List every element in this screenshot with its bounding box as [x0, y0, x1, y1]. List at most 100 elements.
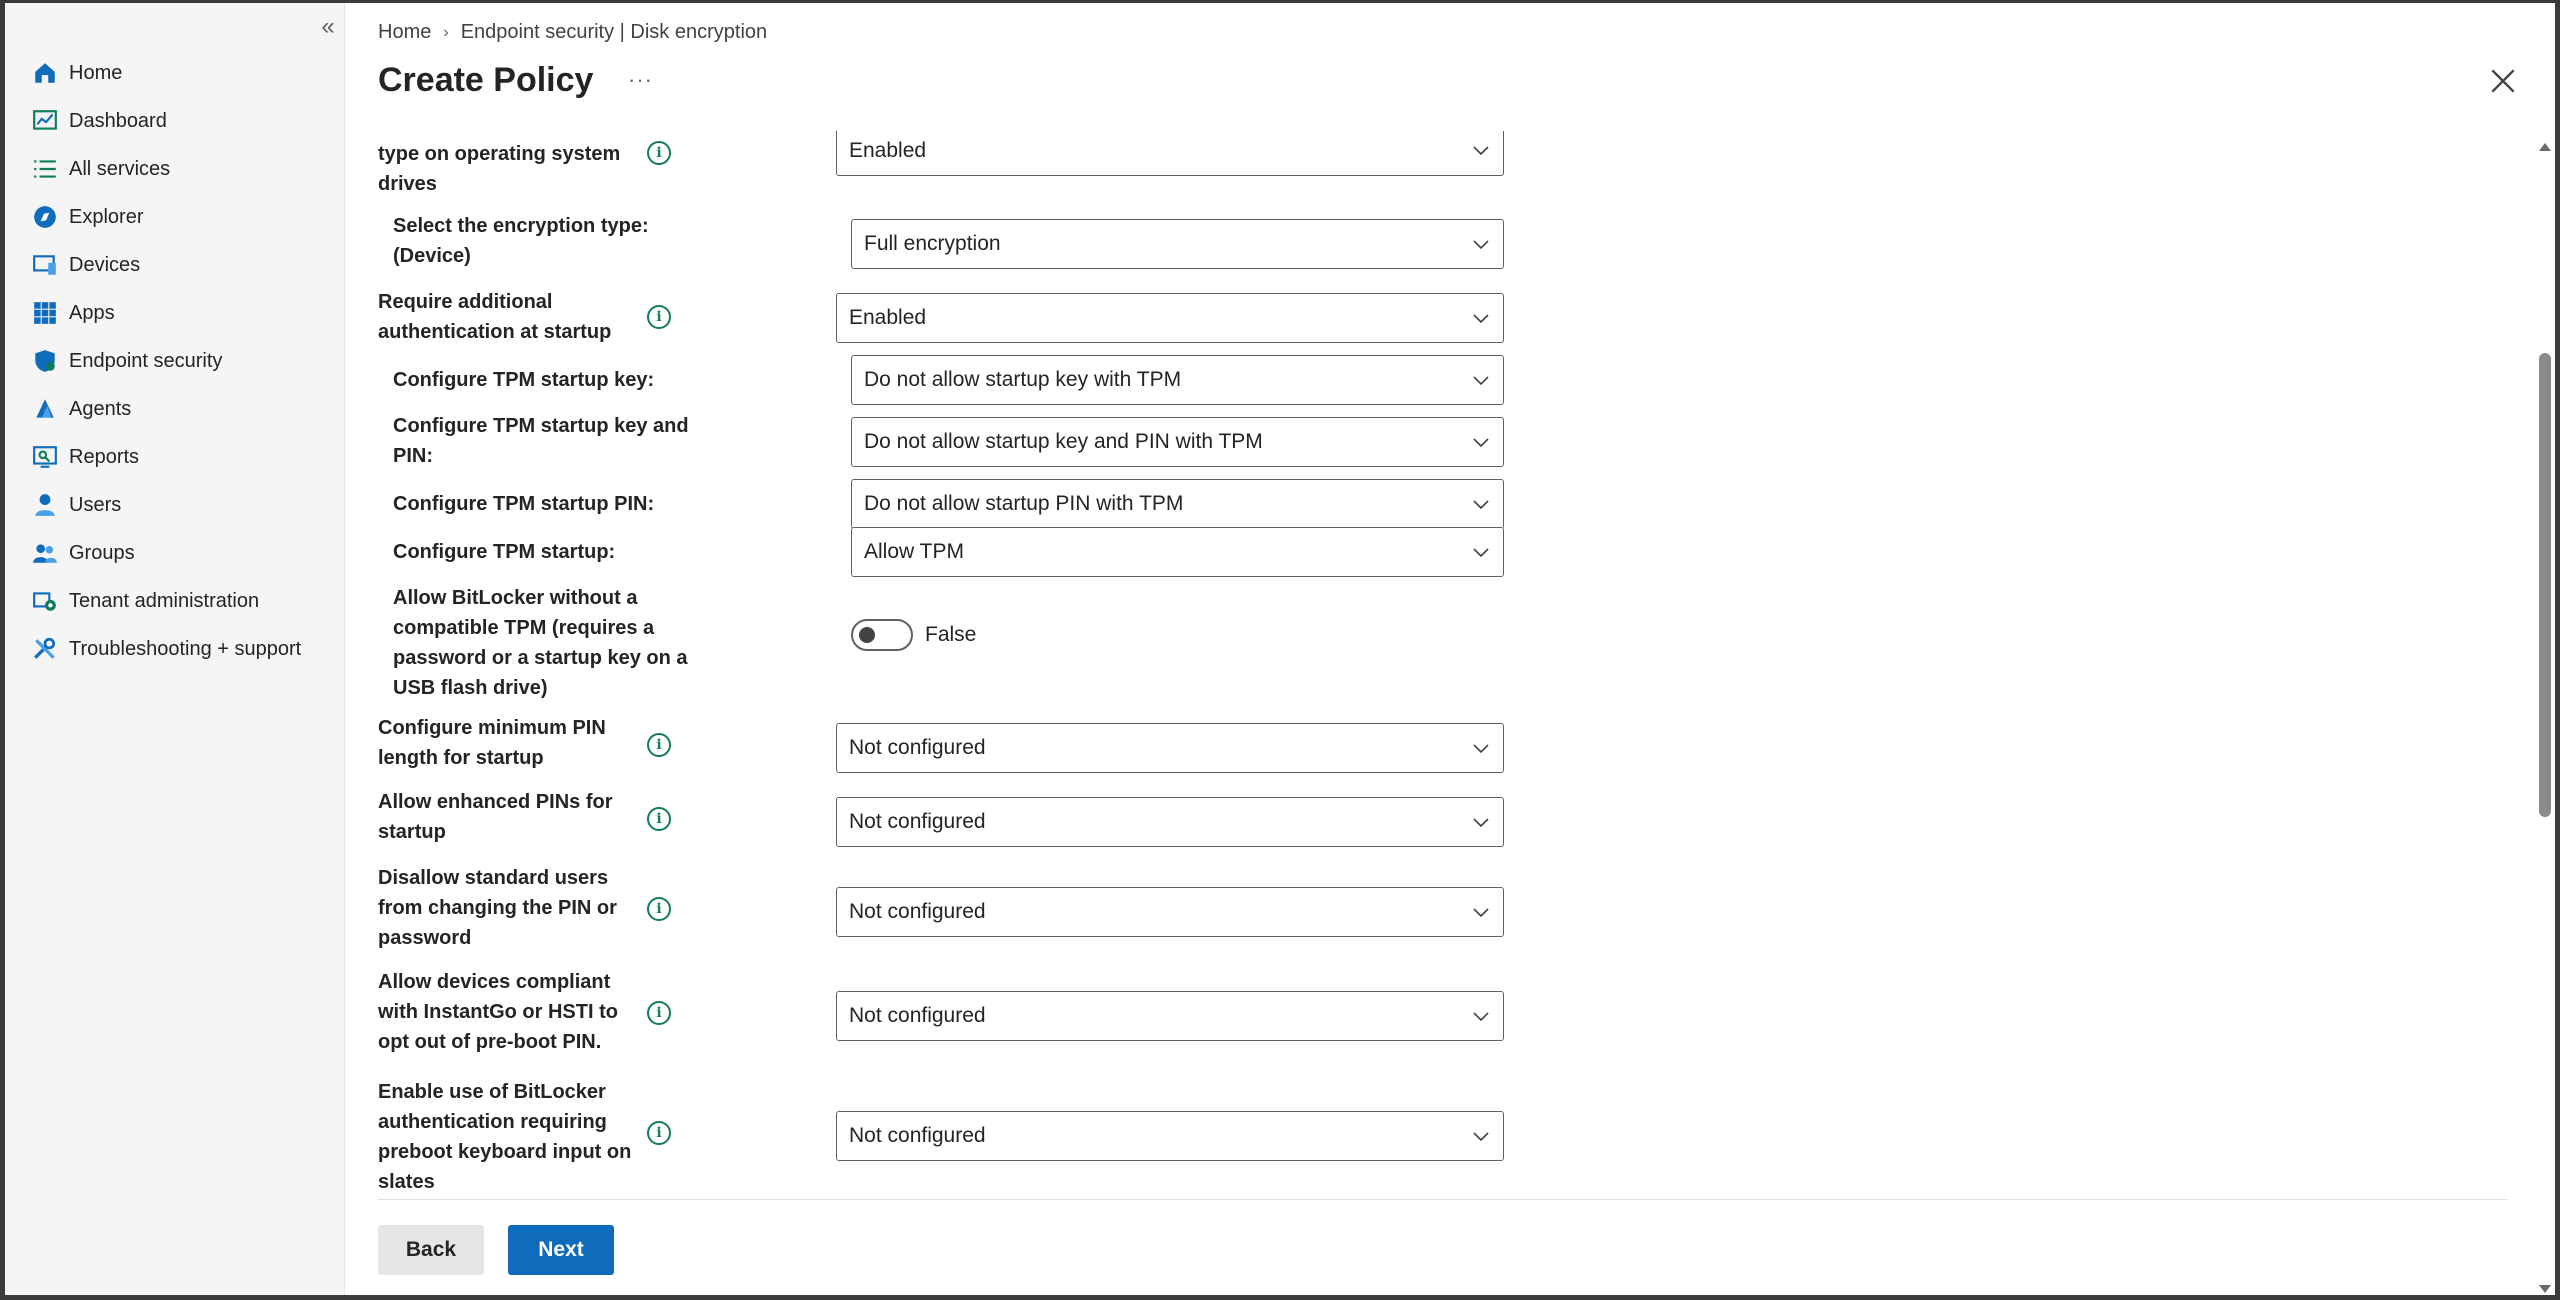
- setting-dropdown[interactable]: Do not allow startup PIN with TPM: [851, 479, 1504, 529]
- sidebar-item-label: Groups: [69, 541, 135, 564]
- info-icon[interactable]: i: [647, 305, 671, 329]
- bitlocker-without-tpm-toggle[interactable]: [851, 619, 913, 651]
- setting-dropdown[interactable]: Allow TPM: [851, 527, 1504, 577]
- footer-divider: [378, 1199, 2507, 1200]
- sidebar-item-groups[interactable]: Groups: [5, 529, 345, 577]
- setting-label: Require additional authentication at sta…: [378, 291, 612, 343]
- sidebar-item-label: Devices: [69, 253, 141, 276]
- setting-dropdown[interactable]: Do not allow startup key and PIN with TP…: [851, 417, 1504, 467]
- sidebar-item-explorer[interactable]: Explorer: [5, 193, 345, 241]
- dropdown-value: Not configured: [849, 810, 986, 833]
- devices-icon: [31, 251, 59, 279]
- sidebar-item-label: Apps: [69, 301, 115, 324]
- dropdown-value: Not configured: [849, 736, 986, 759]
- tenant-icon: [31, 587, 59, 615]
- setting-dropdown[interactable]: Do not allow startup key with TPM: [851, 355, 1504, 405]
- dropdown-value: Not configured: [849, 900, 986, 923]
- close-icon[interactable]: [2487, 65, 2519, 97]
- info-icon[interactable]: i: [647, 1121, 671, 1145]
- more-options-icon[interactable]: ···: [628, 67, 653, 93]
- settings-form: type on operating system drives i Enable…: [346, 131, 2531, 1195]
- sidebar-item-label: Explorer: [69, 205, 144, 228]
- next-button[interactable]: Next: [508, 1225, 614, 1275]
- sidebar-item-apps[interactable]: Apps: [5, 289, 345, 337]
- setting-dropdown[interactable]: Full encryption: [851, 219, 1504, 269]
- sidebar-item-label: Users: [69, 493, 122, 516]
- setting-label: Enable use of BitLocker authentication r…: [378, 1081, 632, 1193]
- sidebar-item-troubleshooting[interactable]: Troubleshooting + support: [5, 625, 345, 673]
- setting-label: Allow BitLocker without a compatible TPM…: [393, 587, 688, 699]
- wrench-icon: [31, 635, 59, 663]
- sidebar-nav: Home Dashboard All services Explorer Dev…: [5, 49, 345, 673]
- setting-label: Allow devices compliant with InstantGo o…: [378, 971, 618, 1053]
- info-icon[interactable]: i: [647, 1001, 671, 1025]
- dashboard-icon: [31, 107, 59, 135]
- dropdown-value: Do not allow startup PIN with TPM: [864, 492, 1184, 515]
- setting-label: Configure TPM startup PIN:: [393, 493, 655, 515]
- page-title: Create Policy: [378, 61, 594, 99]
- sidebar-item-reports[interactable]: Reports: [5, 433, 345, 481]
- dropdown-value: Do not allow startup key with TPM: [864, 368, 1182, 391]
- chevron-down-icon: [1473, 438, 1489, 448]
- sidebar-item-label: All services: [69, 157, 171, 180]
- toggle-state-label: False: [925, 623, 977, 646]
- setting-dropdown[interactable]: Not configured: [836, 887, 1504, 937]
- dropdown-value: Not configured: [849, 1004, 986, 1027]
- window: « Home Dashboard All services Explorer D…: [0, 0, 2560, 1300]
- chevron-down-icon: [1473, 1132, 1489, 1142]
- chevron-down-icon: [1473, 146, 1489, 156]
- list-icon: [31, 155, 59, 183]
- reports-icon: [31, 443, 59, 471]
- main-panel: Home › Endpoint security | Disk encrypti…: [346, 3, 2555, 1295]
- setting-label: Configure minimum PIN length for startup: [378, 717, 606, 769]
- setting-label: type on operating system drives: [378, 143, 621, 195]
- sidebar-item-tenant-administration[interactable]: Tenant administration: [5, 577, 345, 625]
- dropdown-value: Enabled: [849, 306, 927, 329]
- groups-icon: [31, 539, 59, 567]
- scroll-up-arrow-icon[interactable]: [2539, 143, 2551, 151]
- collapse-sidebar-icon[interactable]: «: [312, 11, 344, 43]
- setting-dropdown[interactable]: Enabled: [836, 293, 1504, 343]
- info-icon[interactable]: i: [647, 897, 671, 921]
- setting-dropdown[interactable]: Not configured: [836, 723, 1504, 773]
- sidebar-item-agents[interactable]: Agents: [5, 385, 345, 433]
- setting-dropdown[interactable]: Not configured: [836, 797, 1504, 847]
- sidebar-item-all-services[interactable]: All services: [5, 145, 345, 193]
- setting-dropdown[interactable]: Not configured: [836, 1111, 1504, 1161]
- explorer-icon: [31, 203, 59, 231]
- sidebar-item-endpoint-security[interactable]: Endpoint security: [5, 337, 345, 385]
- sidebar-item-label: Tenant administration: [69, 589, 260, 612]
- setting-label: Allow enhanced PINs for startup: [378, 791, 613, 843]
- home-icon: [31, 59, 59, 87]
- setting-dropdown[interactable]: Enabled: [836, 131, 1504, 176]
- sidebar-item-devices[interactable]: Devices: [5, 241, 345, 289]
- sidebar-item-label: Agents: [69, 397, 132, 420]
- info-icon[interactable]: i: [647, 807, 671, 831]
- info-icon[interactable]: i: [647, 141, 671, 165]
- back-button[interactable]: Back: [378, 1225, 484, 1275]
- setting-label: Configure TPM startup:: [393, 541, 616, 563]
- sidebar-item-dashboard[interactable]: Dashboard: [5, 97, 345, 145]
- user-icon: [31, 491, 59, 519]
- apps-icon: [31, 299, 59, 327]
- breadcrumb-home[interactable]: Home: [378, 21, 431, 44]
- sidebar-item-label: Home: [69, 61, 123, 84]
- chevron-down-icon: [1473, 314, 1489, 324]
- vertical-scrollbar[interactable]: [2533, 143, 2555, 1293]
- sidebar-item-label: Reports: [69, 445, 140, 468]
- dropdown-value: Allow TPM: [864, 540, 964, 563]
- chevron-right-icon: ›: [443, 23, 449, 41]
- setting-dropdown[interactable]: Not configured: [836, 991, 1504, 1041]
- shield-icon: [31, 347, 59, 375]
- chevron-down-icon: [1473, 548, 1489, 558]
- scrollbar-thumb[interactable]: [2539, 353, 2551, 817]
- chevron-down-icon: [1473, 240, 1489, 250]
- chevron-down-icon: [1473, 818, 1489, 828]
- info-icon[interactable]: i: [647, 733, 671, 757]
- sidebar-item-home[interactable]: Home: [5, 49, 345, 97]
- breadcrumb-disk-encryption[interactable]: Endpoint security | Disk encryption: [461, 21, 767, 44]
- sidebar-item-label: Dashboard: [69, 109, 167, 132]
- scroll-down-arrow-icon[interactable]: [2539, 1285, 2551, 1293]
- breadcrumb: Home › Endpoint security | Disk encrypti…: [378, 21, 767, 44]
- sidebar-item-users[interactable]: Users: [5, 481, 345, 529]
